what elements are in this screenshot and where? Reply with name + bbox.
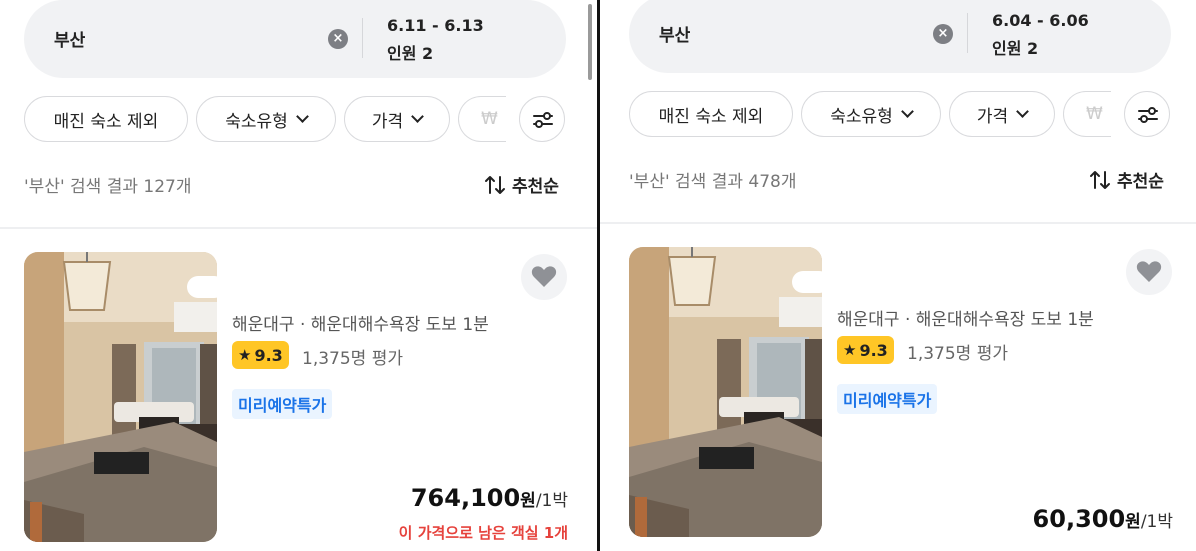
star-icon: ★	[238, 346, 252, 364]
filter-chip-label: ₩	[481, 109, 498, 129]
sort-arrows-icon	[1090, 170, 1110, 189]
filter-chip-label: 매진 숙소 제외	[53, 111, 159, 132]
right-screen: 부산 × 6.04 - 6.06 인원 2 매진 숙소 제외 숙소유형 가격 ₩…	[600, 0, 1196, 551]
clear-x-circle-icon[interactable]: ×	[933, 24, 953, 44]
listing-location: 해운대구 · 해운대해수욕장 도보 1분	[837, 310, 1094, 330]
search-bar[interactable]: 부산 × 6.11 - 6.13 인원 2	[24, 0, 566, 78]
filter-chip-lodging-type[interactable]: 숙소유형	[196, 96, 336, 142]
price-amount: 764,100	[410, 484, 521, 512]
filter-chip-partial[interactable]: ₩	[458, 96, 506, 142]
listing-price: 764,100 원 /1박	[411, 484, 568, 512]
room-photo-image	[629, 247, 822, 537]
filter-chip-lodging-type[interactable]: 숙소유형	[801, 91, 941, 137]
scrollbar[interactable]	[588, 4, 592, 80]
clear-x-circle-icon[interactable]: ×	[328, 29, 348, 49]
price-unit: 원	[1125, 512, 1141, 532]
filter-chip-price[interactable]: 가격	[344, 96, 450, 142]
rating-value: 9.3	[254, 345, 283, 365]
filter-chip-label: 매진 숙소 제외	[658, 106, 764, 127]
photo-corner-badge	[792, 271, 822, 293]
filter-chip-price[interactable]: 가격	[949, 91, 1055, 137]
chevron-down-icon	[295, 110, 309, 123]
listing-photo[interactable]	[24, 252, 217, 542]
price-per-night: /1박	[1140, 512, 1173, 532]
search-guests[interactable]: 인원 2	[992, 35, 1038, 59]
wishlist-button[interactable]	[1126, 249, 1172, 295]
search-dates[interactable]: 6.11 - 6.13	[387, 16, 484, 35]
sort-label: 추천순	[512, 177, 559, 197]
sliders-icon	[1138, 107, 1158, 123]
review-count: 1,375명 평가	[907, 344, 1008, 364]
chevron-down-icon	[411, 110, 425, 123]
rating-value: 9.3	[859, 340, 888, 360]
photo-corner-badge	[187, 276, 217, 298]
filter-settings-button[interactable]	[1124, 91, 1170, 137]
sort-arrows-icon	[485, 175, 505, 194]
chevron-down-icon	[1016, 105, 1030, 118]
heart-icon	[1136, 261, 1162, 282]
rating-badge: ★ 9.3	[837, 336, 894, 364]
sort-label: 추천순	[1117, 172, 1164, 192]
search-city[interactable]: 부산	[659, 21, 690, 46]
filter-chip-exclude-soldout[interactable]: 매진 숙소 제외	[24, 96, 188, 142]
sort-button[interactable]: 추천순	[484, 172, 559, 197]
listing-price: 60,300 원 /1박	[1033, 505, 1173, 533]
heart-icon	[531, 266, 557, 287]
chevron-down-icon	[900, 105, 914, 118]
filter-chip-label: 가격	[976, 106, 1009, 127]
promo-tag: 미리예약특가	[232, 389, 333, 419]
filter-settings-button[interactable]	[519, 96, 565, 142]
result-count: '부산' 검색 결과 478개	[629, 172, 797, 192]
filter-chip-label: 숙소유형	[225, 111, 288, 132]
wishlist-button[interactable]	[521, 254, 567, 300]
price-amount: 60,300	[1032, 505, 1126, 533]
left-screen: 부산 × 6.11 - 6.13 인원 2 매진 숙소 제외 숙소유형 가격 ₩…	[0, 0, 598, 551]
filter-chip-exclude-soldout[interactable]: 매진 숙소 제외	[629, 91, 793, 137]
price-unit: 원	[520, 491, 536, 511]
search-dates[interactable]: 6.04 - 6.06	[992, 11, 1089, 30]
sort-button[interactable]: 추천순	[1089, 167, 1164, 192]
room-photo-image	[24, 252, 217, 542]
section-divider	[0, 227, 598, 229]
sliders-icon	[533, 112, 553, 128]
result-count: '부산' 검색 결과 127개	[24, 177, 192, 197]
review-count: 1,375명 평가	[302, 349, 403, 369]
filter-chip-label: ₩	[1086, 104, 1103, 124]
star-icon: ★	[843, 341, 857, 359]
section-divider	[600, 222, 1196, 224]
filter-chip-label: 가격	[371, 111, 404, 132]
search-bar[interactable]: 부산 × 6.04 - 6.06 인원 2	[629, 0, 1171, 73]
search-guests[interactable]: 인원 2	[387, 40, 433, 64]
rooms-remaining: 이 가격으로 남은 객실 1개	[398, 524, 568, 542]
listing-photo[interactable]	[629, 247, 822, 537]
filter-chip-partial[interactable]: ₩	[1063, 91, 1111, 137]
promo-tag: 미리예약특가	[837, 384, 938, 414]
search-city[interactable]: 부산	[54, 26, 85, 51]
rating-badge: ★ 9.3	[232, 341, 289, 369]
search-divider	[967, 13, 968, 53]
filter-chip-label: 숙소유형	[830, 106, 893, 127]
listing-location: 해운대구 · 해운대해수욕장 도보 1분	[232, 315, 489, 335]
search-divider	[362, 18, 363, 58]
price-per-night: /1박	[535, 491, 568, 511]
